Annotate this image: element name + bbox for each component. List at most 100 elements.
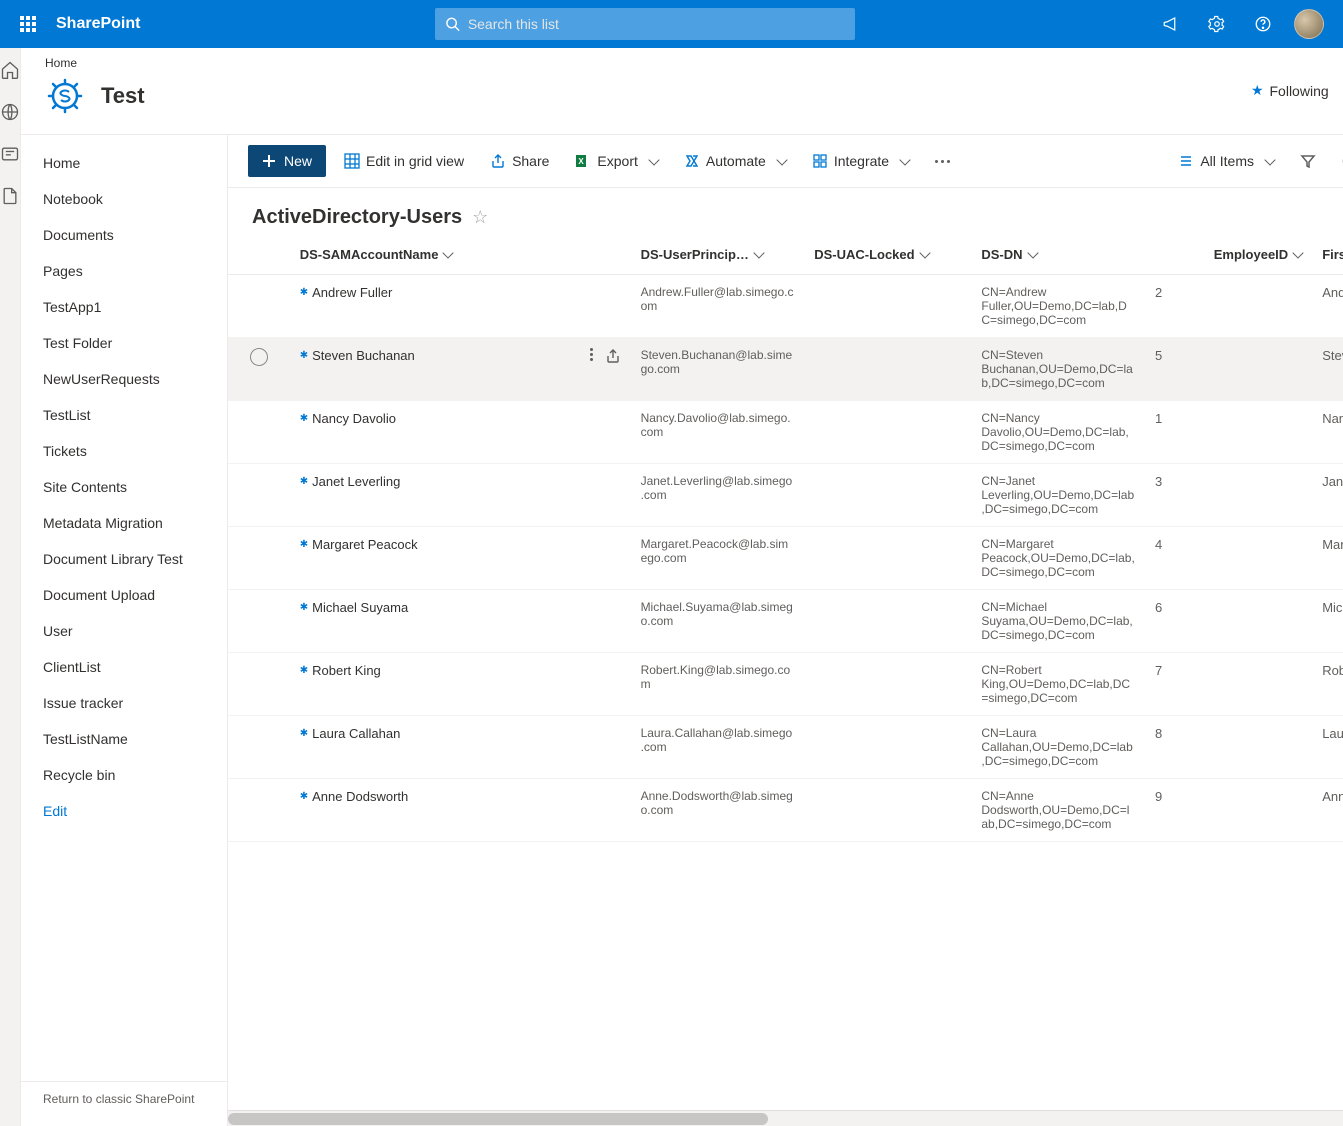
nav-item-recycle-bin[interactable]: Recycle bin: [21, 757, 227, 793]
settings-button[interactable]: [1195, 0, 1239, 48]
favorite-star-icon[interactable]: ☆: [472, 207, 488, 228]
flow-icon: [684, 153, 700, 169]
item-type-icon: ✱: [300, 350, 308, 361]
nav-item-testlistname[interactable]: TestListName: [21, 721, 227, 757]
cell-uac: [804, 275, 971, 338]
scrollbar-thumb[interactable]: [228, 1113, 768, 1125]
table-row[interactable]: ✱ Andrew Fuller Andrew.Fuller@lab.simego…: [228, 275, 1343, 338]
cell-uac: [804, 527, 971, 590]
new-button[interactable]: New: [248, 145, 326, 177]
nav-item-issue-tracker[interactable]: Issue tracker: [21, 685, 227, 721]
nav-item-user[interactable]: User: [21, 613, 227, 649]
info-button[interactable]: [1334, 145, 1343, 177]
item-type-icon: ✱: [300, 287, 308, 298]
col-emp[interactable]: EmployeeID: [1145, 235, 1312, 275]
view-selector[interactable]: All Items: [1170, 145, 1282, 177]
cell-uac: [804, 653, 971, 716]
cell-dn: CN=Michael Suyama,OU=Demo,DC=lab,DC=sime…: [971, 590, 1145, 653]
globe-icon[interactable]: [0, 102, 20, 122]
cell-emp: 8: [1145, 716, 1312, 779]
cell-uac: [804, 464, 971, 527]
share-button[interactable]: Share: [482, 145, 557, 177]
nav-item-document-library-test[interactable]: Document Library Test: [21, 541, 227, 577]
col-select[interactable]: [228, 235, 290, 275]
nav-item-testlist[interactable]: TestList: [21, 397, 227, 433]
news-icon[interactable]: [0, 144, 20, 164]
cell-fn: Andrew: [1312, 275, 1343, 338]
home-icon[interactable]: [0, 60, 20, 80]
command-bar: New Edit in grid view Share X Export Aut…: [228, 135, 1343, 188]
cell-sam: Steven Buchanan: [312, 348, 415, 363]
nav-item-tickets[interactable]: Tickets: [21, 433, 227, 469]
horizontal-scrollbar[interactable]: [228, 1110, 1343, 1126]
row-share-icon[interactable]: [605, 348, 621, 364]
return-classic-link[interactable]: Return to classic SharePoint: [21, 1081, 227, 1116]
filter-button[interactable]: [1292, 145, 1324, 177]
app-launcher-button[interactable]: [4, 0, 52, 48]
nav-item-metadata-migration[interactable]: Metadata Migration: [21, 505, 227, 541]
row-more-button[interactable]: [590, 348, 593, 364]
megaphone-button[interactable]: [1149, 0, 1193, 48]
chevron-down-icon: [776, 154, 787, 165]
share-label: Share: [512, 153, 549, 169]
account-button[interactable]: [1287, 0, 1331, 48]
col-dn[interactable]: DS-DN: [971, 235, 1145, 275]
search-input[interactable]: [468, 16, 845, 32]
nav-item-site-contents[interactable]: Site Contents: [21, 469, 227, 505]
table-row[interactable]: ✱ Michael Suyama Michael.Suyama@lab.sime…: [228, 590, 1343, 653]
cell-uac: [804, 716, 971, 779]
integrate-button[interactable]: Integrate: [804, 145, 917, 177]
table-row[interactable]: ✱ Margaret Peacock Margaret.Peacock@lab.…: [228, 527, 1343, 590]
nav-item-pages[interactable]: Pages: [21, 253, 227, 289]
more-button[interactable]: [927, 145, 958, 177]
cell-sam: Margaret Peacock: [312, 537, 418, 552]
col-uac[interactable]: DS-UAC-Locked: [804, 235, 971, 275]
table-row[interactable]: ✱ Steven Buchanan Steven.Buchanan@lab.si…: [228, 338, 1343, 401]
table-row[interactable]: ✱ Laura Callahan Laura.Callahan@lab.sime…: [228, 716, 1343, 779]
nav-item-documents[interactable]: Documents: [21, 217, 227, 253]
edit-grid-button[interactable]: Edit in grid view: [336, 145, 472, 177]
cell-emp: 7: [1145, 653, 1312, 716]
cell-fn: Margaret: [1312, 527, 1343, 590]
nav-item-newuserrequests[interactable]: NewUserRequests: [21, 361, 227, 397]
view-label: All Items: [1200, 153, 1254, 169]
new-label: New: [284, 153, 312, 169]
col-sam[interactable]: DS-SAMAccountName: [290, 235, 631, 275]
cell-dn: CN=Nancy Davolio,OU=Demo,DC=lab,DC=simeg…: [971, 401, 1145, 464]
list-table-container: DS-SAMAccountName DS-UserPrincip… DS-UAC…: [228, 235, 1343, 1110]
filter-icon: [1300, 153, 1316, 169]
nav-item-document-upload[interactable]: Document Upload: [21, 577, 227, 613]
breadcrumb[interactable]: Home: [45, 56, 1343, 70]
item-type-icon: ✱: [300, 665, 308, 676]
excel-icon: X: [575, 153, 591, 169]
table-row[interactable]: ✱ Janet Leverling Janet.Leverling@lab.si…: [228, 464, 1343, 527]
nav-item-test-folder[interactable]: Test Folder: [21, 325, 227, 361]
nav-item-clientlist[interactable]: ClientList: [21, 649, 227, 685]
cell-dn: CN=Anne Dodsworth,OU=Demo,DC=lab,DC=sime…: [971, 779, 1145, 842]
table-row[interactable]: ✱ Anne Dodsworth Anne.Dodsworth@lab.sime…: [228, 779, 1343, 842]
search-box[interactable]: [435, 8, 855, 40]
cell-fn: Janet: [1312, 464, 1343, 527]
cell-upn: Laura.Callahan@lab.simego.com: [631, 716, 805, 779]
site-logo-icon: [45, 76, 85, 116]
table-row[interactable]: ✱ Robert King Robert.King@lab.simego.com…: [228, 653, 1343, 716]
automate-button[interactable]: Automate: [676, 145, 794, 177]
nav-edit-link[interactable]: Edit: [21, 793, 227, 829]
col-upn[interactable]: DS-UserPrincip…: [631, 235, 805, 275]
row-select-radio[interactable]: [250, 348, 268, 366]
col-fn[interactable]: FirstName: [1312, 235, 1343, 275]
nav-item-notebook[interactable]: Notebook: [21, 181, 227, 217]
help-button[interactable]: [1241, 0, 1285, 48]
table-row[interactable]: ✱ Nancy Davolio Nancy.Davolio@lab.simego…: [228, 401, 1343, 464]
files-icon[interactable]: [0, 186, 20, 206]
nav-item-home[interactable]: Home: [21, 145, 227, 181]
nav-item-testapp1[interactable]: TestApp1: [21, 289, 227, 325]
cell-fn: Laura: [1312, 716, 1343, 779]
cell-uac: [804, 779, 971, 842]
brand-label: SharePoint: [56, 15, 140, 33]
export-button[interactable]: X Export: [567, 145, 665, 177]
cell-dn: CN=Andrew Fuller,OU=Demo,DC=lab,DC=simeg…: [971, 275, 1145, 338]
cell-upn: Steven.Buchanan@lab.simego.com: [631, 338, 805, 401]
follow-button[interactable]: ★ Following: [1251, 82, 1329, 99]
chevron-down-icon: [753, 247, 764, 258]
